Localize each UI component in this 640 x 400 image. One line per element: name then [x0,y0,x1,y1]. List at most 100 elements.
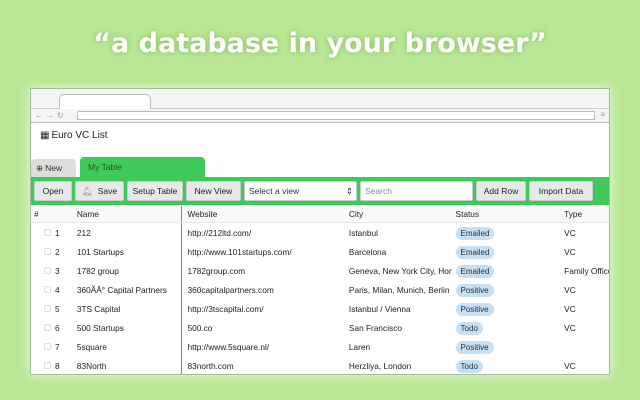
new-view-button[interactable]: New View [186,181,241,201]
row-number: 3 [55,265,60,276]
app-title-text: Euro VC List [51,130,108,141]
row-checkbox[interactable] [44,324,51,331]
tab-new[interactable]: ⊕ New [31,159,76,177]
table-header: # Name Website City Status Type [31,206,609,223]
row-checkbox[interactable] [44,343,51,350]
cell-website[interactable]: 360capitalpartners.com [182,285,344,295]
cell-website[interactable]: http://www.5square.nl/ [182,342,344,352]
browser-window: ←→↻ ≡ ▦ Euro VC List ⊕ New My Table Open 🔔… [30,88,610,375]
cell-name[interactable]: 500 Startups [73,318,183,337]
cell-status[interactable]: Emailed [452,245,562,259]
table-row[interactable]: 7 5square http://www.5square.nl/ Laren P… [31,337,609,356]
cell-city[interactable]: Laren [345,342,452,352]
cell-type[interactable]: VC [561,247,609,257]
status-badge: Positive [455,302,494,316]
status-badge: Emailed [455,264,495,278]
row-checkbox[interactable] [44,229,51,236]
browser-toolbar: ←→↻ ≡ [31,109,609,123]
cell-city[interactable]: Istanbul / Vienna [345,304,452,314]
bell-icon: 🔔︎ [81,185,93,196]
cell-website[interactable]: http://212ltd.com/ [182,228,344,238]
col-header-name[interactable]: Name [73,206,183,222]
col-header-number[interactable]: # [31,209,73,219]
col-header-website[interactable]: Website [182,209,344,219]
cell-type[interactable]: VC [561,285,609,295]
cell-name[interactable]: 101 Startups [73,242,183,261]
forward-icon[interactable]: → [46,111,57,120]
toolbar: Open 🔔︎ Save Setup Table New View Select … [31,177,609,205]
cell-city[interactable]: Barcelona [345,247,452,257]
table-row[interactable]: 2 101 Startups http://www.101startups.co… [31,242,609,261]
tab-new-label: New [45,163,63,173]
cell-type[interactable]: VC [561,304,609,314]
row-checkbox[interactable] [44,248,51,255]
cell-website[interactable]: 83north.com [182,361,344,371]
cell-name[interactable]: 5square [73,337,183,356]
cell-name[interactable]: 83North [73,356,183,374]
cell-type[interactable]: Family Office [561,266,609,276]
browser-tab[interactable] [59,94,151,110]
view-select[interactable]: Select a view ⇕ [244,181,357,201]
menu-icon[interactable]: ≡ [600,110,605,119]
table-row[interactable]: 1 212 http://212ltd.com/ Istanbul Emaile… [31,223,609,242]
table-row[interactable]: 4 360ÃÂ° Capital Partners 360capitalpart… [31,280,609,299]
cell-city[interactable]: Paris, Milan, Munich, Berlin [345,285,452,295]
cell-status[interactable]: Positive [452,340,562,354]
add-row-button[interactable]: Add Row [476,181,526,201]
browser-tab-strip [31,89,609,110]
table-row[interactable]: 5 3TS Capital http://3tscapital.com/ Ist… [31,299,609,318]
cell-website[interactable]: 1782group.com [182,266,344,276]
table-row[interactable]: 6 500 Startups 500.co San Francisco Todo… [31,318,609,337]
import-data-button[interactable]: Import Data [529,181,593,201]
cell-city[interactable]: Geneva, New York City, Hong [345,266,452,276]
search-input[interactable]: Search [360,181,473,201]
table-row[interactable]: 8 83North 83north.com Herzliya, London T… [31,356,609,374]
row-checkbox[interactable] [44,267,51,274]
col-header-status[interactable]: Status [452,209,562,219]
back-icon[interactable]: ← [35,111,46,120]
cell-status[interactable]: Emailed [452,264,562,278]
status-badge: Positive [455,283,494,297]
row-number: 1 [55,227,60,238]
cell-name[interactable]: 3TS Capital [73,299,183,318]
cell-status[interactable]: Emailed [452,226,562,240]
status-badge: Todo [455,321,483,335]
save-button[interactable]: 🔔︎ Save [75,181,124,201]
row-checkbox[interactable] [44,286,51,293]
row-number: 6 [55,322,60,333]
row-number: 5 [55,303,60,314]
cell-status[interactable]: Positive [452,302,562,316]
cell-name[interactable]: 360ÃÂ° Capital Partners [73,280,183,299]
open-button[interactable]: Open [34,181,72,201]
cell-city[interactable]: Istanbul [345,228,452,238]
status-badge: Todo [455,359,483,373]
cell-status[interactable]: Todo [452,359,562,373]
headline: “a database in your browser” [93,28,547,59]
cell-type[interactable]: VC [561,361,609,371]
table-row[interactable]: 3 1782 group 1782group.com Geneva, New Y… [31,261,609,280]
cell-type[interactable]: VC [561,228,609,238]
row-checkbox[interactable] [44,305,51,312]
row-number: 4 [55,284,60,295]
col-header-city[interactable]: City [345,209,452,219]
cell-website[interactable]: http://3tscapital.com/ [182,304,344,314]
cell-city[interactable]: Herzliya, London [345,361,452,371]
cell-status[interactable]: Positive [452,283,562,297]
cell-website[interactable]: http://www.101startups.com/ [182,247,344,257]
row-number: 2 [55,246,60,257]
cell-name[interactable]: 1782 group [73,261,183,280]
address-bar[interactable] [77,111,595,120]
col-header-type[interactable]: Type [561,209,609,219]
row-number: 7 [55,341,60,352]
cell-type[interactable]: VC [561,323,609,333]
row-checkbox[interactable] [44,362,51,369]
cell-name[interactable]: 212 [73,223,183,242]
view-select-value: Select a view [249,186,300,196]
reload-icon[interactable]: ↻ [57,111,67,120]
cell-city[interactable]: San Francisco [345,323,452,333]
tab-my-table[interactable]: My Table [80,157,205,177]
cell-website[interactable]: 500.co [182,323,344,333]
cell-status[interactable]: Todo [452,321,562,335]
setup-table-button[interactable]: Setup Table [127,181,183,201]
plus-circle-icon: ⊕ [36,162,44,173]
